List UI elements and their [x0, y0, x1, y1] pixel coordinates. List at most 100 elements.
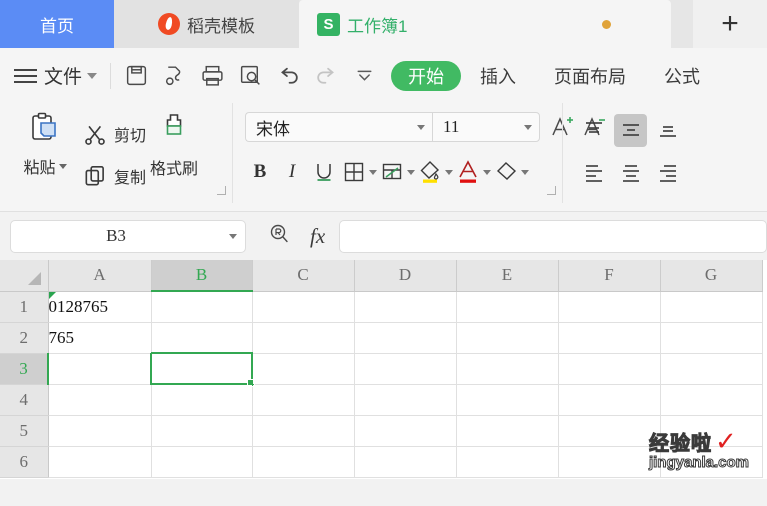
italic-button[interactable]: I — [277, 157, 307, 187]
cell-E3[interactable] — [456, 353, 559, 385]
name-box-dropdown-icon[interactable] — [221, 233, 245, 239]
ribbon-tab-formula[interactable]: 公式 — [645, 61, 719, 91]
row-header-3[interactable]: 3 — [0, 353, 49, 385]
row-header-1[interactable]: 1 — [0, 291, 49, 323]
align-right-icon[interactable] — [651, 156, 684, 189]
cell-C6[interactable] — [252, 446, 355, 478]
tab-daoke-template[interactable]: 稻壳模板 — [114, 0, 299, 48]
cell-D5[interactable] — [354, 415, 457, 447]
chevron-down-icon[interactable] — [87, 72, 98, 79]
align-bottom-icon[interactable] — [651, 114, 684, 147]
underline-button[interactable] — [309, 157, 339, 187]
cell-B4[interactable] — [151, 384, 253, 416]
column-header-a[interactable]: A — [48, 260, 152, 292]
cell-B2[interactable] — [151, 322, 253, 354]
fill-color-button[interactable] — [417, 157, 453, 187]
font-dialog-launcher[interactable] — [547, 186, 556, 195]
cut-button[interactable]: 剪切 — [76, 113, 146, 155]
cell-C5[interactable] — [252, 415, 355, 447]
column-header-d[interactable]: D — [354, 260, 457, 292]
clear-format-dropdown-icon[interactable] — [521, 169, 529, 175]
cell-C2[interactable] — [252, 322, 355, 354]
ribbon-tab-page-layout[interactable]: 页面布局 — [535, 61, 645, 91]
cell-D2[interactable] — [354, 322, 457, 354]
row-header-6[interactable]: 6 — [0, 446, 49, 478]
copy-button[interactable]: 复制 — [76, 155, 146, 197]
cell-C1[interactable] — [252, 291, 355, 323]
cell-G2[interactable] — [660, 322, 763, 354]
print-icon[interactable] — [200, 63, 225, 88]
tab-home[interactable]: 首页 — [0, 0, 114, 48]
row-header-2[interactable]: 2 — [0, 322, 49, 354]
cell-D1[interactable] — [354, 291, 457, 323]
cell-F3[interactable] — [558, 353, 661, 385]
borders-dropdown-icon[interactable] — [369, 169, 377, 175]
export-pdf-icon[interactable] — [162, 63, 187, 88]
align-middle-icon[interactable] — [614, 113, 647, 147]
cell-B5[interactable] — [151, 415, 253, 447]
column-header-b[interactable]: B — [151, 260, 253, 292]
cell-D3[interactable] — [354, 353, 457, 385]
cell-C4[interactable] — [252, 384, 355, 416]
select-all-corner[interactable] — [0, 260, 49, 292]
cell-E6[interactable] — [456, 446, 559, 478]
align-left-icon[interactable] — [577, 156, 610, 189]
row-header-5[interactable]: 5 — [0, 415, 49, 447]
cell-E1[interactable] — [456, 291, 559, 323]
column-header-c[interactable]: C — [252, 260, 355, 292]
cell-G4[interactable] — [660, 384, 763, 416]
cell-B6[interactable] — [151, 446, 253, 478]
format-painter-button[interactable]: 格式刷 — [146, 107, 198, 179]
cell-A3[interactable] — [48, 353, 152, 385]
ribbon-tab-start[interactable]: 开始 — [391, 60, 462, 91]
cell-A6[interactable] — [48, 446, 152, 478]
file-menu-label[interactable]: 文件 — [44, 62, 82, 89]
cell-D4[interactable] — [354, 384, 457, 416]
print-preview-icon[interactable] — [238, 63, 263, 88]
cell-E5[interactable] — [456, 415, 559, 447]
cell-G1[interactable] — [660, 291, 763, 323]
cell-F5[interactable] — [558, 415, 661, 447]
tab-workbook1[interactable]: S 工作簿1 — [299, 0, 671, 48]
new-tab-button[interactable]: + — [693, 0, 767, 48]
column-header-e[interactable]: E — [456, 260, 559, 292]
cell-E2[interactable] — [456, 322, 559, 354]
paste-button[interactable]: 粘贴 — [14, 107, 76, 178]
save-icon[interactable] — [124, 63, 149, 88]
cell-C3[interactable] — [252, 353, 355, 385]
cell-G6[interactable] — [660, 446, 763, 478]
cell-F1[interactable] — [558, 291, 661, 323]
borders-button[interactable] — [341, 157, 377, 187]
hamburger-menu-icon[interactable] — [14, 68, 38, 84]
clipboard-dialog-launcher[interactable] — [217, 186, 226, 195]
font-name-combo[interactable]: 宋体 — [245, 112, 432, 142]
align-center-icon[interactable] — [614, 156, 647, 189]
font-name-dropdown-icon[interactable] — [410, 124, 432, 130]
cell-B1[interactable] — [151, 291, 253, 323]
name-box[interactable]: B3 — [10, 219, 246, 253]
font-size-combo[interactable]: 11 — [432, 112, 540, 142]
cell-A4[interactable] — [48, 384, 152, 416]
chevron-down-icon[interactable] — [58, 163, 67, 169]
cell-E4[interactable] — [456, 384, 559, 416]
merge-cells-button[interactable] — [379, 157, 415, 187]
cell-B3[interactable] — [150, 352, 255, 387]
align-top-icon[interactable] — [577, 114, 610, 147]
column-header-f[interactable]: F — [558, 260, 661, 292]
cell-F6[interactable] — [558, 446, 661, 478]
cell-A5[interactable] — [48, 415, 152, 447]
clear-format-button[interactable] — [493, 157, 529, 187]
column-header-g[interactable]: G — [660, 260, 763, 292]
cell-A1[interactable]: 0128765 — [48, 291, 152, 323]
fill-color-dropdown-icon[interactable] — [445, 169, 453, 175]
bold-button[interactable]: B — [245, 157, 275, 187]
formula-input[interactable] — [339, 219, 767, 253]
insert-function-label[interactable]: fx — [310, 224, 325, 249]
ribbon-tab-insert[interactable]: 插入 — [461, 61, 535, 91]
cell-G3[interactable] — [660, 353, 763, 385]
cell-D6[interactable] — [354, 446, 457, 478]
zoom-search-icon[interactable] — [266, 221, 292, 252]
cell-A2[interactable]: 765 — [48, 322, 152, 354]
row-header-4[interactable]: 4 — [0, 384, 49, 416]
font-color-dropdown-icon[interactable] — [483, 169, 491, 175]
